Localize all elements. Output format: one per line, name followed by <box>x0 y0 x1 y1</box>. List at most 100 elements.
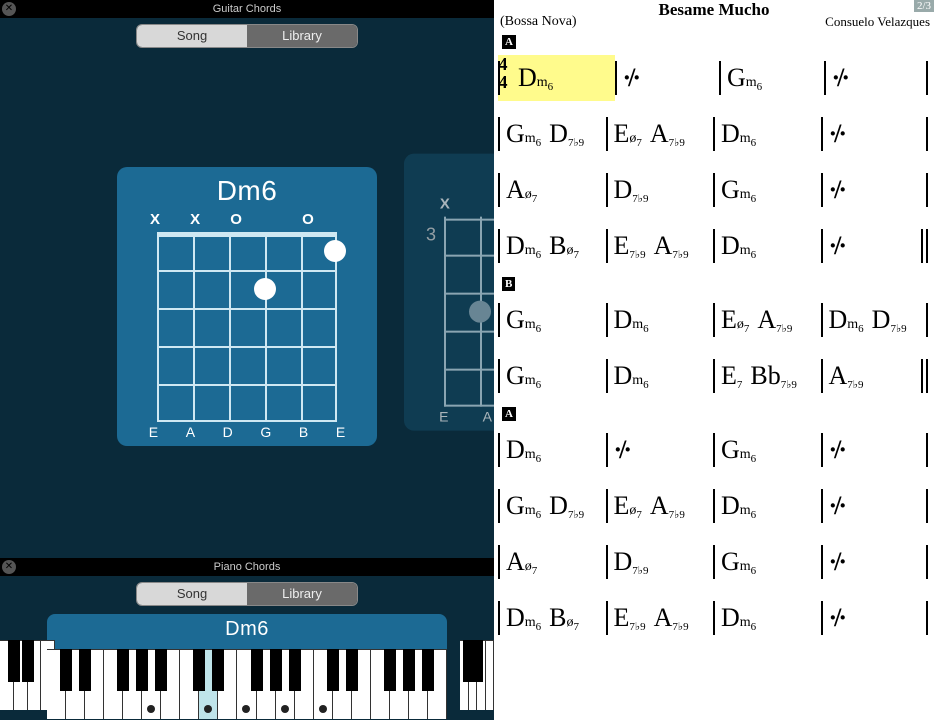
chord-symbol[interactable]: Gm6 <box>506 491 541 521</box>
tab-song[interactable]: Song <box>137 583 247 605</box>
bar[interactable]: Dm6 Bø7 <box>498 223 606 269</box>
bar[interactable]: A7♭9 <box>821 353 929 399</box>
chord-symbol[interactable]: D7♭9 <box>549 119 584 149</box>
chord-symbol[interactable]: D7♭9 <box>614 547 649 577</box>
chord-symbol[interactable]: Dm6 <box>721 231 756 261</box>
chord-symbol[interactable]: Bø7 <box>549 603 579 633</box>
chord-symbol[interactable]: Dm6 <box>829 305 864 335</box>
close-icon[interactable]: ✕ <box>2 560 16 574</box>
bar[interactable]: ·/· <box>821 483 929 529</box>
bar[interactable]: E7♭9 A7♭9 <box>606 223 714 269</box>
bar[interactable]: ·/· <box>606 427 714 473</box>
bar[interactable]: D7♭9 <box>606 167 714 213</box>
chord-symbol[interactable]: E7♭9 <box>614 603 646 633</box>
bar[interactable]: Gm6 D7♭9 <box>498 111 606 157</box>
bar[interactable]: E7♭9 A7♭9 <box>606 595 714 641</box>
chord-symbol[interactable]: A7♭9 <box>757 305 792 335</box>
bar[interactable]: ·/· <box>821 111 929 157</box>
chord-symbol[interactable]: A7♭9 <box>829 361 864 391</box>
bar[interactable]: ·/· <box>821 427 929 473</box>
chord-symbol[interactable]: Eø7 <box>614 491 642 521</box>
bar[interactable]: Gm6 <box>713 427 821 473</box>
piano-chord-area[interactable]: Dm6 <box>0 612 494 720</box>
string-label: E <box>336 424 345 440</box>
bar[interactable]: Dm6 <box>498 427 606 473</box>
bar[interactable]: Dm6 D7♭9 <box>821 297 929 343</box>
chord-symbol[interactable]: A7♭9 <box>650 491 685 521</box>
bar[interactable]: Gm6 <box>719 55 824 101</box>
bar[interactable]: Gm6 <box>498 353 606 399</box>
chord-symbol[interactable]: Aø7 <box>506 175 537 205</box>
piano-chord-name: Dm6 <box>47 614 447 645</box>
chord-symbol[interactable]: E7 <box>721 361 742 391</box>
chord-symbol[interactable]: Gm6 <box>506 119 541 149</box>
chord-symbol[interactable]: Dm6 <box>506 231 541 261</box>
chord-symbol[interactable]: Bø7 <box>549 231 579 261</box>
bar[interactable]: Eø7 A7♭9 <box>606 111 714 157</box>
fretboard-next[interactable]: X 3 E A <box>404 154 494 431</box>
bar[interactable]: ·/· <box>821 595 929 641</box>
piano-main[interactable]: Dm6 <box>47 614 447 719</box>
chord-symbol[interactable]: Dm6 <box>506 603 541 633</box>
fretboard-main[interactable]: Dm6 X X O O <box>117 167 377 446</box>
chord-symbol[interactable]: D7♭9 <box>549 491 584 521</box>
white-key <box>486 640 495 710</box>
guitar-chord-area[interactable]: Dm6 X X O O <box>0 54 494 558</box>
chord-symbol[interactable]: Gm6 <box>727 63 762 93</box>
bar[interactable]: Dm6 <box>713 595 821 641</box>
bar[interactable]: ·/· <box>821 223 929 269</box>
chord-symbol[interactable]: Gm6 <box>721 547 756 577</box>
bar[interactable]: Gm6 <box>713 539 821 585</box>
bar[interactable]: Aø7 <box>498 539 606 585</box>
chord-symbol[interactable]: Dm6 <box>518 63 553 93</box>
bar[interactable]: ·/· <box>821 539 929 585</box>
bar[interactable]: D7♭9 <box>606 539 714 585</box>
bar[interactable]: Gm6 <box>498 297 606 343</box>
tab-library[interactable]: Library <box>247 583 357 605</box>
bar[interactable]: 44Dm6 <box>498 55 615 101</box>
repeat-sign: ·/· <box>829 175 845 205</box>
bar[interactable]: Aø7 <box>498 167 606 213</box>
chord-symbol[interactable]: Gm6 <box>721 175 756 205</box>
chord-symbol[interactable]: E7♭9 <box>614 231 646 261</box>
tab-song[interactable]: Song <box>137 25 247 47</box>
bar[interactable]: Dm6 <box>606 297 714 343</box>
bar[interactable]: Dm6 <box>713 483 821 529</box>
bar[interactable]: Gm6 <box>713 167 821 213</box>
chord-symbol[interactable]: D7♭9 <box>614 175 649 205</box>
chord-symbol[interactable]: A7♭9 <box>654 231 689 261</box>
tab-library[interactable]: Library <box>247 25 357 47</box>
chord-symbol[interactable]: Gm6 <box>506 305 541 335</box>
chord-symbol[interactable]: Bb7♭9 <box>750 361 797 391</box>
chord-symbol[interactable]: Gm6 <box>506 361 541 391</box>
bar[interactable]: Gm6 D7♭9 <box>498 483 606 529</box>
chord-symbol[interactable]: A7♭9 <box>654 603 689 633</box>
lead-sheet[interactable]: 2/3 Besame Mucho (Bossa Nova) Consuelo V… <box>494 0 934 720</box>
bar[interactable]: ·/· <box>824 55 929 101</box>
chord-symbol[interactable]: Dm6 <box>721 603 756 633</box>
chord-symbol[interactable]: Aø7 <box>506 547 537 577</box>
chord-symbol[interactable]: Dm6 <box>614 305 649 335</box>
bar[interactable]: Dm6 Bø7 <box>498 595 606 641</box>
chord-symbol[interactable]: Eø7 <box>614 119 642 149</box>
chord-symbol[interactable]: Eø7 <box>721 305 749 335</box>
chord-symbol[interactable]: A7♭9 <box>650 119 685 149</box>
close-icon[interactable]: ✕ <box>2 2 16 16</box>
bar[interactable]: Dm6 <box>713 223 821 269</box>
chord-symbol[interactable]: Dm6 <box>614 361 649 391</box>
chord-symbol[interactable]: Dm6 <box>721 491 756 521</box>
bar[interactable]: Eø7 A7♭9 <box>606 483 714 529</box>
chord-symbol[interactable]: Dm6 <box>721 119 756 149</box>
chord-symbol[interactable]: Gm6 <box>721 435 756 465</box>
fret-grid <box>157 232 337 422</box>
bar[interactable]: E7 Bb7♭9 <box>713 353 821 399</box>
chord-symbol[interactable]: D7♭9 <box>872 305 907 335</box>
bar[interactable]: Dm6 <box>606 353 714 399</box>
bar[interactable]: ·/· <box>821 167 929 213</box>
bar[interactable]: Eø7 A7♭9 <box>713 297 821 343</box>
bar[interactable]: ·/· <box>615 55 720 101</box>
chord-symbol[interactable]: Dm6 <box>506 435 541 465</box>
page-indicator[interactable]: 2/3 <box>914 0 934 12</box>
piano-next[interactable] <box>460 612 494 720</box>
bar[interactable]: Dm6 <box>713 111 821 157</box>
